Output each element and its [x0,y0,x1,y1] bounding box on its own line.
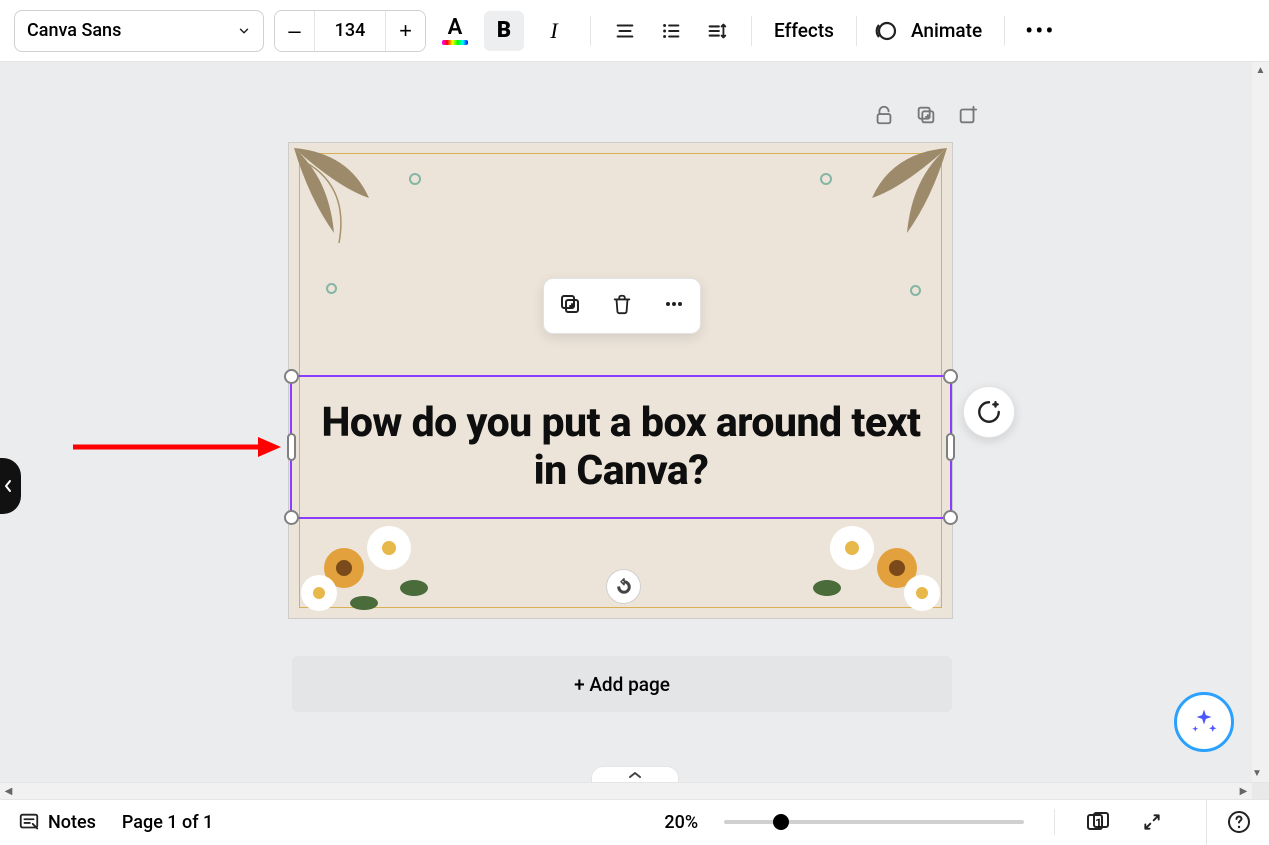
font-size-group: – 134 + [274,10,426,52]
resize-handle-bl[interactable] [284,510,299,525]
fullscreen-button[interactable] [1142,812,1162,832]
bottombar-separator [1054,809,1055,835]
toolbar-separator [1004,16,1005,46]
side-panel-toggle[interactable] [0,458,21,514]
more-icon [662,292,686,316]
alignment-button[interactable] [607,13,643,49]
bold-button[interactable]: B [484,11,524,51]
delete-element-button[interactable] [611,293,633,319]
scroll-corner [1252,783,1269,799]
scroll-left-icon[interactable]: ◀ [0,783,17,799]
lock-button[interactable] [873,104,895,130]
rotate-icon [615,578,633,596]
list-button[interactable] [653,13,689,49]
resize-handle-tr[interactable] [943,369,958,384]
spacing-button[interactable] [699,13,735,49]
font-family-select[interactable]: Canva Sans [14,10,264,52]
bottom-bar: Notes Page 1 of 1 20% 1 [0,799,1269,844]
ai-sparkle-icon [976,399,1002,425]
more-element-button[interactable] [662,292,686,320]
vertical-scrollbar[interactable]: ▲ ▼ [1252,62,1269,782]
dot-decoration [820,173,832,185]
help-icon [1227,810,1251,834]
toolbar-separator [590,16,591,46]
toolbar-separator [856,16,857,46]
add-page-button[interactable]: + Add page [292,656,952,712]
new-page-button[interactable] [957,104,979,130]
text-toolbar: Canva Sans – 134 + A B I Effects Animate… [0,0,1269,62]
rotate-handle[interactable] [606,569,641,604]
text-color-button[interactable]: A [436,10,474,52]
notes-button[interactable]: Notes [18,811,96,833]
element-context-toolbar [543,278,701,334]
assistant-sparkle-icon [1189,707,1219,737]
notes-icon [18,811,40,833]
text-color-letter: A [448,17,463,39]
selected-text-content[interactable]: How do you put a box around text in Canv… [302,387,940,507]
add-page-icon [957,104,979,126]
workspace: ▲ ▼ [0,62,1269,782]
dot-decoration [409,173,421,185]
leaf-decoration-tl [289,143,409,253]
trash-icon [611,293,633,315]
animate-button[interactable]: Animate [873,19,988,43]
ai-rewrite-button[interactable] [963,386,1015,438]
resize-handle-right[interactable] [946,433,955,461]
toolbar-separator [751,16,752,46]
copy-icon [558,292,582,316]
dot-decoration [910,285,921,296]
thumbnail-count: 1 [1095,816,1102,830]
font-size-increase[interactable]: + [385,10,425,52]
zoom-slider[interactable] [724,820,1024,824]
duplicate-icon [915,104,937,126]
resize-handle-br[interactable] [943,510,958,525]
page-indicator[interactable]: Page 1 of 1 [122,812,213,833]
horizontal-scrollbar[interactable]: ◀ ▶ [0,782,1269,799]
font-family-label: Canva Sans [27,20,121,41]
thumbnail-view-button[interactable]: 1 [1085,810,1116,834]
font-size-decrease[interactable]: – [275,10,315,52]
duplicate-page-button[interactable] [915,104,937,130]
scroll-track[interactable] [17,783,1235,799]
italic-button[interactable]: I [534,11,574,51]
resize-handle-tl[interactable] [284,369,299,384]
resize-handle-left[interactable] [287,433,296,461]
lock-icon [873,104,895,126]
text-selection-box[interactable]: How do you put a box around text in Canv… [290,375,952,519]
chevron-up-icon [628,770,642,780]
effects-button[interactable]: Effects [768,19,840,42]
scroll-up-icon[interactable]: ▲ [1252,62,1269,79]
notes-label: Notes [48,812,96,833]
more-button[interactable]: ••• [1021,17,1059,45]
annotation-arrow [73,435,283,465]
duplicate-element-button[interactable] [558,292,582,320]
rainbow-swatch [442,40,468,45]
add-page-label: + Add page [574,673,670,696]
scroll-right-icon[interactable]: ▶ [1235,783,1252,799]
help-button[interactable] [1206,800,1251,845]
page-tools [873,104,979,130]
scroll-down-icon[interactable]: ▼ [1252,765,1262,782]
timeline-expander[interactable] [591,766,679,782]
assistant-button[interactable] [1174,692,1234,752]
zoom-label[interactable]: 20% [664,812,698,833]
fullscreen-icon [1142,812,1162,832]
chevron-left-icon [3,479,13,493]
leaf-decoration-tr [832,143,952,253]
animate-icon [873,19,897,43]
chevron-down-icon [237,24,251,38]
font-size-value[interactable]: 134 [315,20,385,41]
zoom-slider-knob[interactable] [773,814,789,830]
dot-decoration [326,283,337,294]
animate-label: Animate [905,19,988,42]
